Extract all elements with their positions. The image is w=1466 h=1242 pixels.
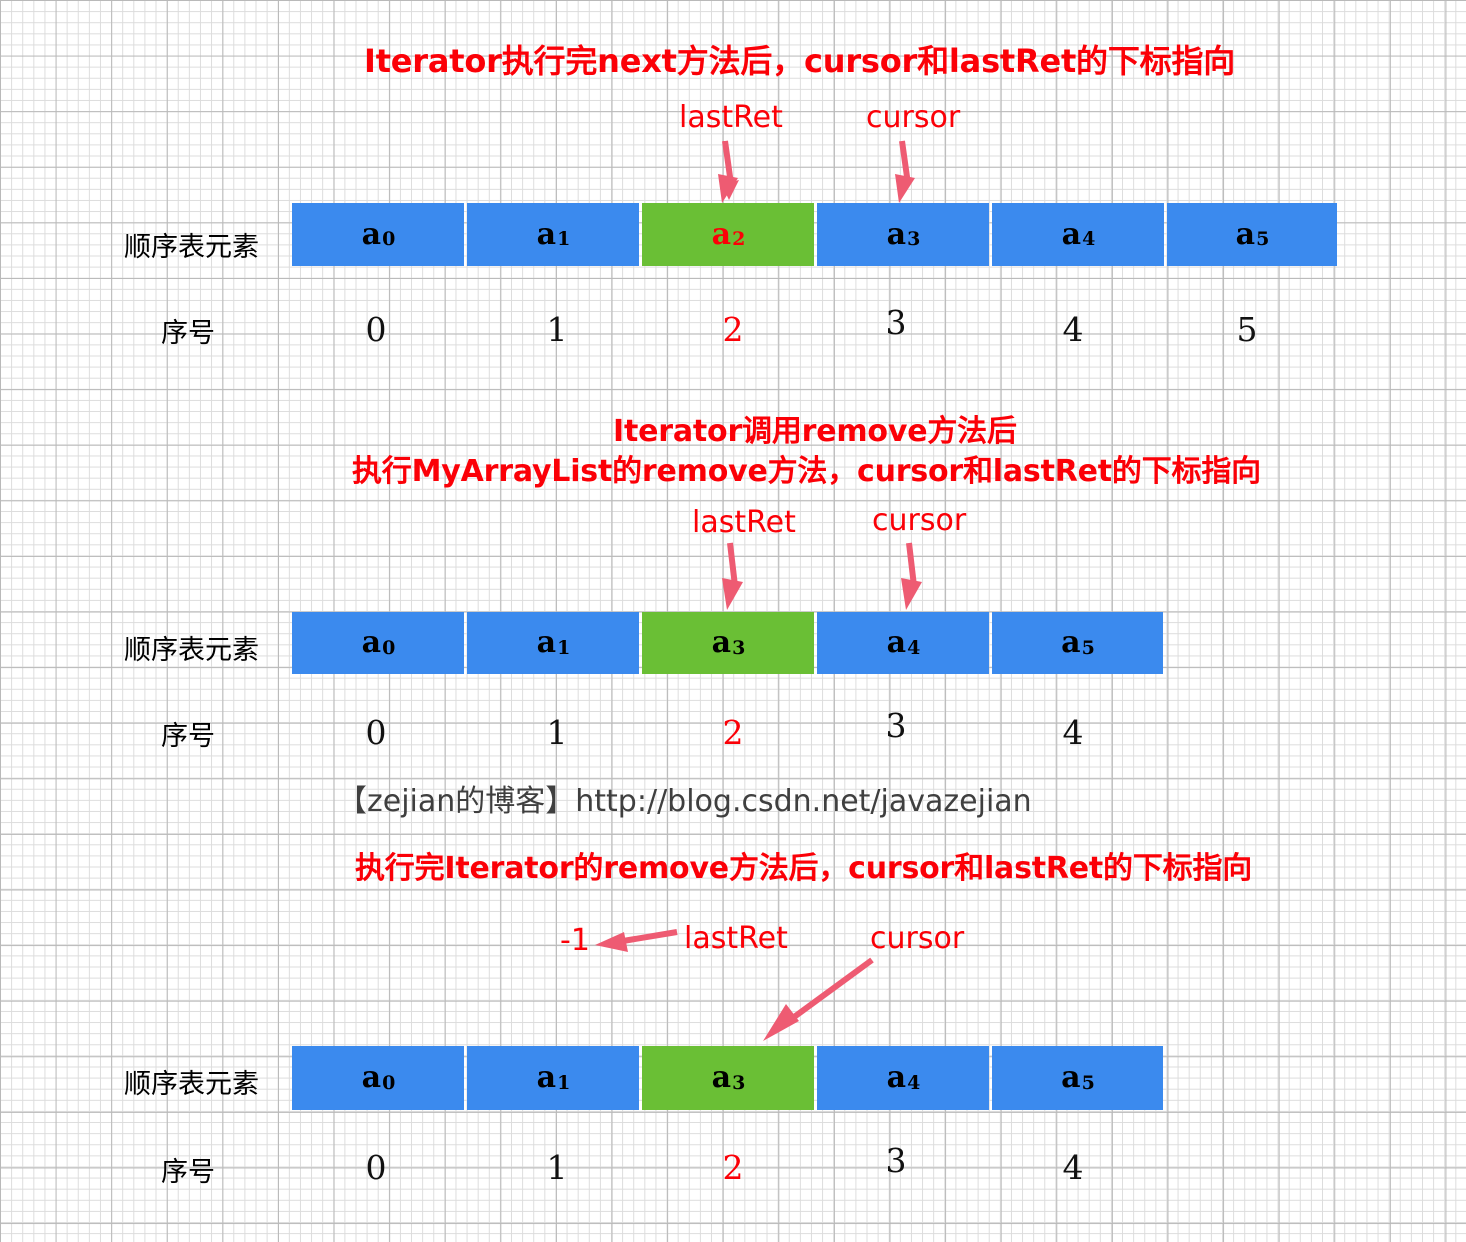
section-3-heading-line-1: 执行完Iterator的remove方法后，cursor和lastRet的下标指… [355,851,1253,886]
diagram-canvas: Iterator执行完next方法后，cursor和lastRet的下标指向 l… [0,0,1466,1242]
section-3-cell-2-base: a [711,1060,732,1095]
section-1-index-0: 0 [365,310,387,349]
section-3-cell-0: a0 [292,1046,464,1110]
section-2-cell-3-sub: 4 [907,636,921,659]
section-2-lastret-label: lastRet [692,505,796,540]
section-3-cell-1-sub: 1 [557,1071,571,1094]
section-2-heading-line-2: 执行MyArrayList的remove方法，cursor和lastRet的下标… [352,454,1261,489]
section-3-index-4: 4 [1062,1148,1084,1187]
section-1-lastret-label: lastRet [679,100,783,135]
section-2-cursor-label: cursor [872,503,967,538]
section-2-index-1: 1 [546,713,568,752]
section-1-cell-2-sub: 2 [732,228,746,250]
section-1-cell-0-sub: 0 [382,228,396,250]
section-1-cell-0-base: a [361,216,382,252]
section-1-elements-row-label: 顺序表元素 [124,232,259,263]
section-2-cell-2: a3 [642,612,814,674]
section-2-cell-4-base: a [1061,625,1081,660]
section-1-cursor-label: cursor [866,100,961,135]
section-3-lastret-label: lastRet [684,921,788,956]
section-1-cell-0: a0 [292,203,464,266]
section-1-cursor-arrow [895,140,915,203]
section-2-cell-2-base: a [711,625,732,660]
section-2-cell-0: a0 [292,612,464,674]
section-3-index-2: 2 [722,1148,744,1187]
section-3-cell-1-base: a [536,1060,557,1095]
section-2-index-row-label: 序号 [161,721,215,752]
section-3-cell-3-base: a [886,1060,907,1095]
section-3-lastret-arrow [595,929,678,952]
section-1-cell-3-sub: 3 [907,228,921,250]
section-3-index-row-label: 序号 [161,1157,215,1188]
section-1-index-5: 5 [1236,310,1258,349]
blog-credit: 【zejian的博客】http://blog.csdn.net/javazeji… [337,784,1032,819]
section-1-cell-3: a3 [817,203,989,266]
section-2-cell-3-base: a [886,625,907,660]
section-3-index-1: 1 [546,1148,568,1187]
section-3-index-0: 0 [365,1148,387,1187]
section-3-cell-2: a3 [642,1046,814,1110]
section-3-cell-0-base: a [361,1060,382,1095]
section-3-elements-row-label: 顺序表元素 [124,1069,259,1100]
section-2-heading-line-1: Iterator调用remove方法后 [613,414,1017,449]
section-3-cell-4-base: a [1061,1060,1081,1095]
section-2-elements-row-label: 顺序表元素 [124,635,259,666]
section-3-lastret-value: -1 [560,923,590,958]
section-2-cell-1: a1 [467,612,639,674]
section-1-index-2: 2 [722,310,744,349]
section-1-cell-5-base: a [1235,216,1256,252]
section-1-cell-4: a4 [992,203,1164,266]
section-2-index-0: 0 [365,713,387,752]
section-2-cell-1-sub: 1 [557,636,571,659]
section-2-cell-3: a4 [817,612,989,674]
section-1-index-row-label: 序号 [161,318,215,349]
section-3-cell-0-sub: 0 [382,1071,396,1094]
section-3-cursor-arrow [763,957,874,1041]
section-2-index-2: 2 [722,713,744,752]
section-2-cell-4-sub: 5 [1081,636,1095,659]
section-1-cell-4-sub: 4 [1082,228,1096,250]
section-1-index-3: 3 [885,303,907,342]
section-2-cell-4: a5 [992,612,1163,674]
section-2-cell-0-sub: 0 [382,636,396,659]
section-1-cell-1: a1 [467,203,639,266]
section-1-heading-line-1: Iterator执行完next方法后，cursor和lastRet的下标指向 [364,42,1236,80]
section-1-lastret-arrow [718,140,739,203]
section-2-cursor-arrow [901,542,922,610]
section-2-index-4: 4 [1062,713,1084,752]
section-3-cell-2-sub: 3 [732,1071,746,1094]
section-3-cell-4: a5 [992,1046,1163,1110]
section-1-cell-3-base: a [886,216,907,252]
section-2-cell-1-base: a [536,625,557,660]
section-1-cell-5-sub: 5 [1256,228,1270,250]
section-1-cell-2: a2 [642,203,814,266]
section-1-cell-1-sub: 1 [557,228,571,250]
section-2-lastret-arrow [722,542,743,610]
section-3-cell-4-sub: 5 [1081,1071,1095,1094]
section-3-index-3: 3 [885,1141,907,1180]
section-3-cell-3: a4 [817,1046,989,1110]
section-1-cell-5: a5 [1167,203,1337,266]
section-3-cursor-label: cursor [870,921,965,956]
section-2-cell-0-base: a [361,625,382,660]
section-1-cell-2-base: a [711,216,732,252]
section-1-cell-1-base: a [536,216,557,252]
section-2-index-3: 3 [885,706,907,745]
section-3-cell-3-sub: 4 [907,1071,921,1094]
section-1-cell-4-base: a [1061,216,1082,252]
section-3-cell-1: a1 [467,1046,639,1110]
section-1-index-4: 4 [1062,310,1084,349]
section-2-cell-2-sub: 3 [732,636,746,659]
section-1-index-1: 1 [546,310,568,349]
